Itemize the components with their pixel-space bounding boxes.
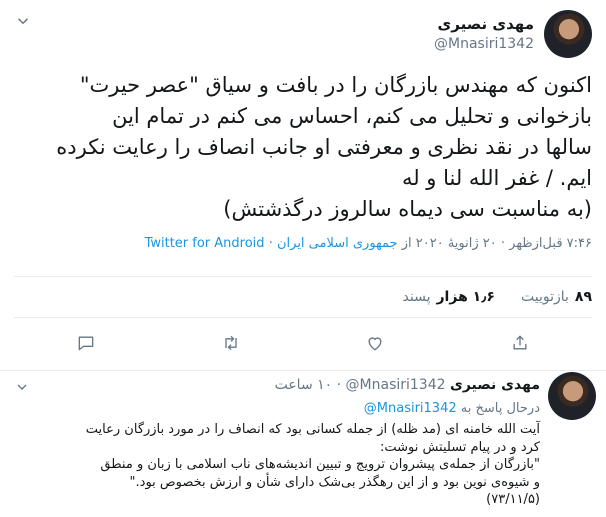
tweet-stats: ۸۹ بازتوییت ۱٫۶ هزار پسند bbox=[14, 276, 592, 318]
reply-author-name[interactable]: مهدی نصیری bbox=[450, 377, 540, 393]
tweet-meta: ۷:۴۶ قبل‌ازظهر · ۲۰ ژانویهٔ ۲۰۲۰ از جمهو… bbox=[145, 236, 592, 251]
author-name[interactable]: مهدی نصیری bbox=[434, 14, 534, 34]
share-button[interactable] bbox=[500, 328, 540, 358]
likes-stat[interactable]: ۱٫۶ هزار پسند bbox=[403, 289, 495, 305]
retweet-button[interactable] bbox=[211, 328, 251, 358]
retweet-icon bbox=[225, 335, 237, 351]
reply-separator: · bbox=[336, 377, 342, 393]
reply-text: آیت الله خامنه ای (مد ظله) از جمله کسانی… bbox=[14, 421, 540, 509]
meta-separator: · bbox=[268, 236, 273, 251]
reply-time[interactable]: ۱۰ ساعت bbox=[275, 377, 333, 393]
reply-icon bbox=[78, 336, 94, 351]
reply-header: مهدی نصیری @Mnasiri1342 · ۱۰ ساعت bbox=[275, 377, 540, 393]
replying-to: درحال پاسخ به @Mnasiri1342 bbox=[364, 401, 540, 416]
tweet-text-line: ایم. / غفر الله لنا و له bbox=[401, 166, 592, 190]
chevron-down-icon[interactable] bbox=[14, 12, 32, 30]
likes-label: پسند bbox=[402, 289, 431, 305]
avatar[interactable] bbox=[544, 10, 592, 58]
reply-tweet[interactable]: مهدی نصیری @Mnasiri1342 · ۱۰ ساعت درحال … bbox=[0, 371, 606, 517]
like-icon bbox=[368, 337, 382, 351]
retweets-stat[interactable]: ۸۹ بازتوییت bbox=[521, 289, 592, 305]
tweet-text-line: اکنون که مهندس بازرگان را در بافت و سیاق… bbox=[79, 73, 592, 97]
tweet-timestamp[interactable]: ۷:۴۶ قبل‌ازظهر · ۲۰ ژانویهٔ ۲۰۲۰ از bbox=[402, 236, 592, 251]
reply-author-handle[interactable]: @Mnasiri1342 bbox=[346, 377, 446, 393]
reply-text-line: "بازرگان از جمله‌ی پیشروان ترویج و تبیین… bbox=[100, 457, 540, 472]
reply-text-line: آیت الله خامنه ای (مد ظله) از جمله کسانی… bbox=[85, 422, 540, 437]
tweet-text: اکنون که مهندس بازرگان را در بافت و سیاق… bbox=[14, 70, 592, 225]
tweet-source[interactable]: Twitter for Android bbox=[145, 236, 265, 251]
reply-text-line: و شیوه‌ی نوین بود و از این رهگذر بی‌شک د… bbox=[129, 474, 540, 490]
chevron-down-icon[interactable] bbox=[14, 379, 30, 395]
main-tweet: مهدی نصیری @Mnasiri1342 اکنون که مهندس ب… bbox=[0, 0, 606, 371]
tweet-text-line: بازخوانی و تحلیل می کنم، احساس می کنم در… bbox=[112, 104, 592, 128]
tweet-text-line: سالها در نقد نظری و معرفتی او جانب انصاف… bbox=[56, 135, 592, 159]
reply-text-line: کرد و در پیام تسلیتش نوشت: bbox=[379, 439, 540, 455]
reply-text-line: (۷۳/۱۱/۵) bbox=[486, 492, 540, 507]
tweet-location[interactable]: جمهوری اسلامی ایران bbox=[277, 236, 398, 251]
tweet-actions bbox=[14, 328, 592, 358]
replying-to-handle[interactable]: @Mnasiri1342 bbox=[364, 401, 457, 416]
replying-to-label: درحال پاسخ به bbox=[460, 401, 540, 416]
tweet-author[interactable]: مهدی نصیری @Mnasiri1342 bbox=[434, 14, 534, 54]
likes-count: ۱٫۶ هزار bbox=[436, 289, 495, 305]
author-handle[interactable]: @Mnasiri1342 bbox=[434, 34, 534, 54]
share-icon bbox=[513, 335, 527, 350]
reply-avatar[interactable] bbox=[548, 372, 596, 420]
retweets-label: بازتوییت bbox=[520, 289, 569, 305]
like-button[interactable] bbox=[355, 328, 395, 358]
retweets-count: ۸۹ bbox=[574, 289, 592, 305]
reply-button[interactable] bbox=[66, 328, 106, 358]
tweet-text-line: (به مناسبت سی دیماه سالروز درگذشتش) bbox=[223, 197, 592, 221]
